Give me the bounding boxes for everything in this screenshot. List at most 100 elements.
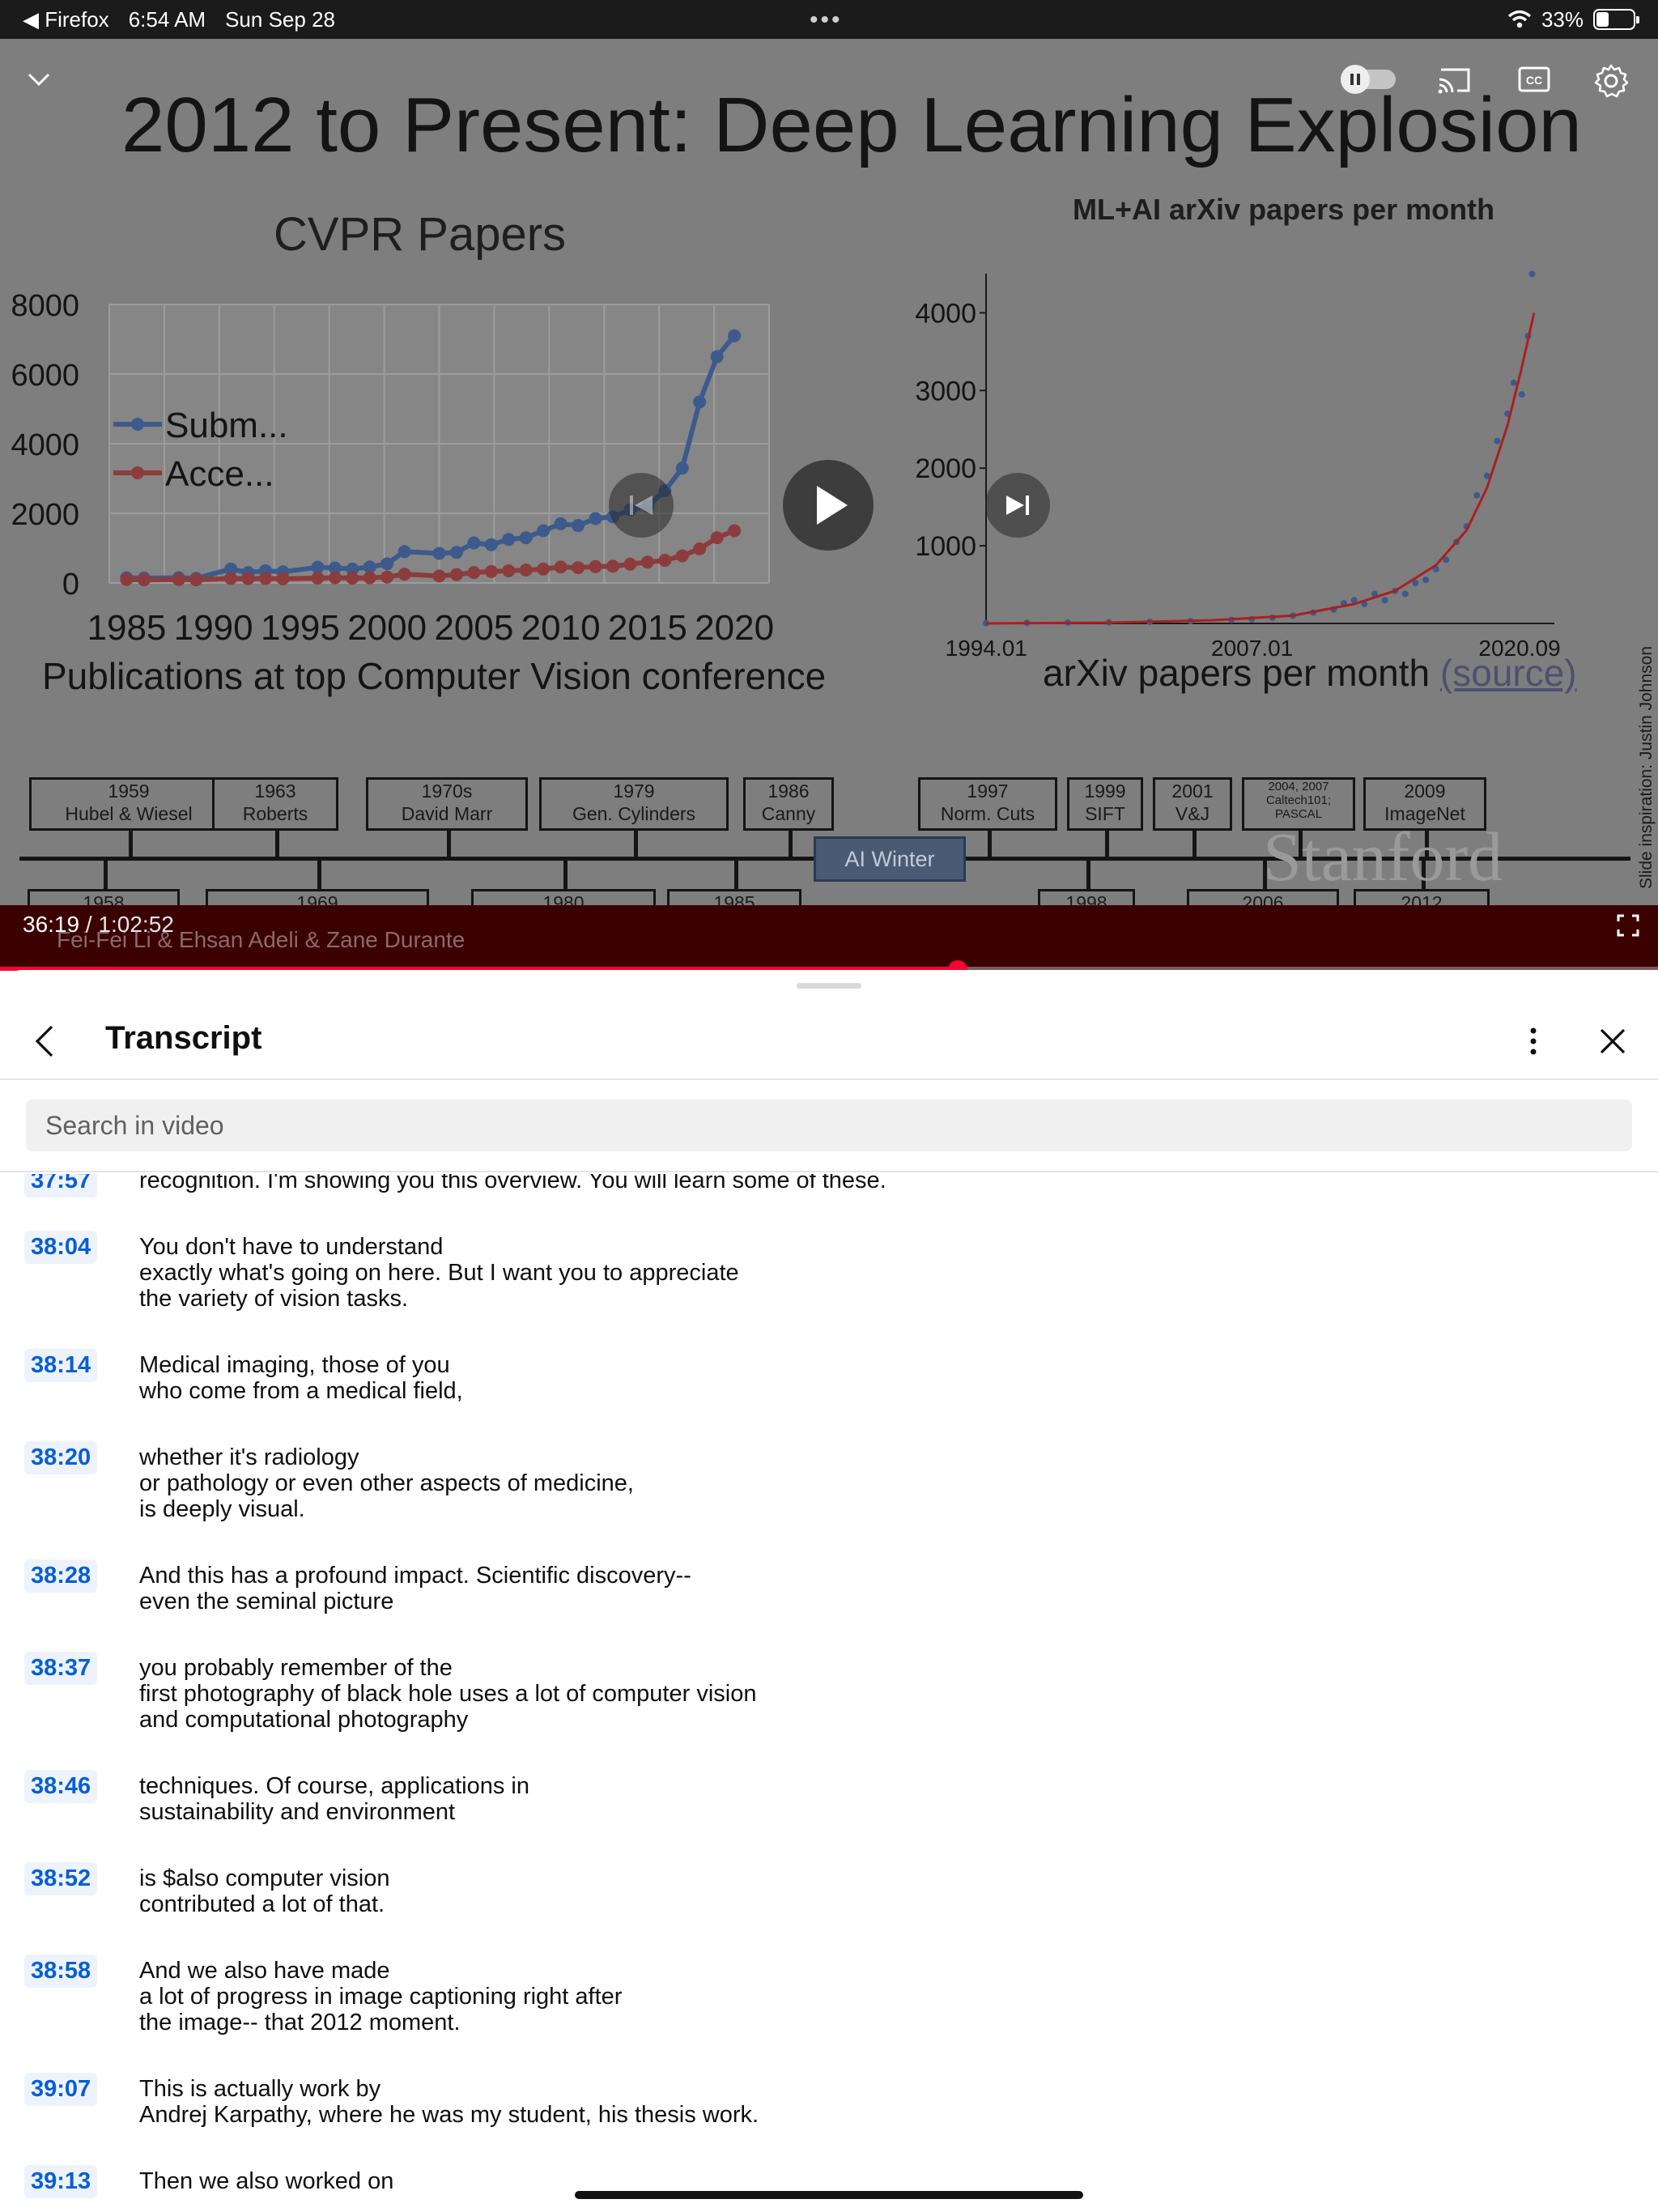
arxiv-caption: arXiv papers per month (source) [1043, 651, 1577, 695]
x-tick-label: 2015 [608, 608, 687, 648]
data-point [328, 571, 342, 585]
segment-timestamp[interactable]: 37:57 [24, 1174, 98, 1197]
data-point [1381, 597, 1388, 604]
event-year: 1999 [1084, 781, 1126, 802]
timeline-stem [104, 858, 108, 889]
status-time: 6:54 AM [128, 6, 206, 32]
data-point [572, 519, 585, 533]
segment-timestamp[interactable]: 38:37 [24, 1652, 98, 1685]
y-tick-label: 1000 [915, 531, 976, 562]
event-name: SIFT [1085, 803, 1125, 824]
multitasking-dots-icon[interactable]: ••• [810, 6, 843, 34]
event-year: 1979 [613, 781, 655, 802]
back-to-app-link[interactable]: ◀ Firefox [23, 7, 109, 32]
data-point [120, 572, 134, 586]
segment-timestamp[interactable]: 38:04 [24, 1231, 98, 1264]
x-tick-label: 1990 [174, 608, 253, 648]
battery-percent: 33% [1541, 6, 1584, 32]
segment-text: techniques. Of course, applications in s… [139, 1773, 529, 1825]
segment-timestamp[interactable]: 38:28 [24, 1559, 98, 1593]
battery-level [1596, 12, 1609, 27]
autoplay-toggle-icon[interactable] [1337, 63, 1399, 96]
transcript-panel: Transcript 37:57 recognition. I'm showing… [0, 970, 1658, 2212]
timeline-stem [129, 831, 133, 857]
data-point [224, 572, 238, 585]
stanford-watermark: Stanford [1263, 818, 1503, 895]
event-name: V&J [1175, 803, 1210, 824]
data-point [710, 531, 724, 545]
segment-timestamp[interactable]: 39:13 [24, 2165, 98, 2198]
svg-text:CC: CC [1526, 74, 1542, 87]
data-point [519, 564, 533, 577]
transcript-segment[interactable]: 38:28 And this has a profound impact. Sci… [0, 1559, 1658, 1627]
data-point [675, 462, 689, 475]
transcript-segment[interactable]: 38:58 And we also have made a lot of prog… [0, 1955, 1658, 2048]
home-indicator[interactable] [575, 2191, 1083, 2199]
data-point [1494, 437, 1501, 445]
ai-winter-label: AI Winter [814, 836, 966, 882]
transcript-segment[interactable]: 38:52 is $also computer vision contribute… [0, 1862, 1658, 1930]
video-duration: / 1:02:52 [79, 912, 174, 937]
status-bar: ◀ Firefox 6:54 AM Sun Sep 28 ••• 33% [0, 0, 1658, 39]
data-point [537, 524, 551, 538]
data-point [693, 542, 707, 555]
event-name: Hubel & Wiesel [65, 803, 193, 824]
event-year: 2009 [1404, 781, 1446, 802]
data-point [640, 555, 654, 569]
segment-text: Medical imaging, those of you who come f… [139, 1352, 463, 1404]
transcript-segment[interactable]: 38:04 You don't have to understand exactl… [0, 1231, 1658, 1325]
transcript-segment[interactable]: 39:13 Then we also worked on [0, 2165, 1658, 2207]
source-link[interactable]: (source) [1440, 652, 1577, 694]
captions-icon[interactable]: CC [1517, 65, 1551, 94]
timeline-stem [1086, 858, 1090, 889]
panel-drag-handle[interactable] [797, 983, 861, 989]
fullscreen-icon[interactable] [1616, 913, 1640, 938]
data-point [1473, 491, 1481, 499]
data-point [606, 559, 619, 573]
data-point [589, 512, 602, 525]
timeline-top-event: 2001 V&J [1153, 777, 1232, 831]
segment-timestamp[interactable]: 38:14 [24, 1349, 98, 1382]
event-year: 1986 [767, 781, 810, 802]
back-button[interactable] [21, 1017, 70, 1066]
segment-text: And we also have made a lot of progress … [139, 1958, 623, 2035]
transcript-segment[interactable]: 38:20 whether it's radiology or pathology… [0, 1441, 1658, 1535]
timeline-stem [275, 831, 279, 857]
segment-timestamp[interactable]: 38:52 [24, 1862, 98, 1895]
data-point [710, 350, 724, 364]
data-point [728, 524, 742, 538]
segment-timestamp[interactable]: 38:20 [24, 1441, 98, 1474]
next-icon [1006, 496, 1029, 515]
timeline-stem [1192, 831, 1197, 857]
event-year: 1963 [254, 781, 296, 802]
transcript-segment[interactable]: 38:37 you probably remember of the first … [0, 1652, 1658, 1746]
transcript-segment[interactable]: 39:07 This is actually work by Andrej Kar… [0, 2073, 1658, 2141]
previous-button[interactable] [609, 473, 674, 538]
segment-timestamp[interactable]: 38:46 [24, 1770, 98, 1803]
timeline-stem [447, 831, 451, 857]
play-button[interactable] [783, 460, 874, 551]
transcript-segment[interactable]: 38:46 techniques. Of course, applications… [0, 1770, 1658, 1838]
search-input[interactable] [26, 1100, 1632, 1151]
segment-timestamp[interactable]: 38:58 [24, 1955, 98, 1988]
data-point [623, 557, 637, 571]
data-point [658, 554, 672, 568]
segment-timestamp[interactable]: 39:07 [24, 2073, 98, 2106]
transcript-segment[interactable]: 38:14 Medical imaging, those of you who c… [0, 1349, 1658, 1417]
more-options-button[interactable] [1509, 1017, 1558, 1066]
data-point [311, 571, 325, 585]
gear-icon[interactable] [1593, 63, 1629, 99]
transcript-search [0, 1080, 1658, 1172]
legend-marker [131, 466, 144, 479]
video-player[interactable]: 2012 to Present: Deep Learning Explosion… [0, 39, 1658, 970]
transcript-segment[interactable]: 37:57 recognition. I'm showing you this o… [0, 1174, 1658, 1206]
data-point [675, 549, 689, 563]
next-button[interactable] [985, 473, 1050, 538]
chevron-down-icon[interactable] [24, 65, 53, 94]
close-button[interactable] [1588, 1017, 1637, 1066]
timeline-top-event: 1999 SIFT [1067, 777, 1143, 831]
data-point [363, 571, 376, 585]
data-point [502, 533, 516, 547]
cast-icon[interactable] [1436, 63, 1473, 96]
x-tick-label: 1985 [87, 608, 167, 648]
